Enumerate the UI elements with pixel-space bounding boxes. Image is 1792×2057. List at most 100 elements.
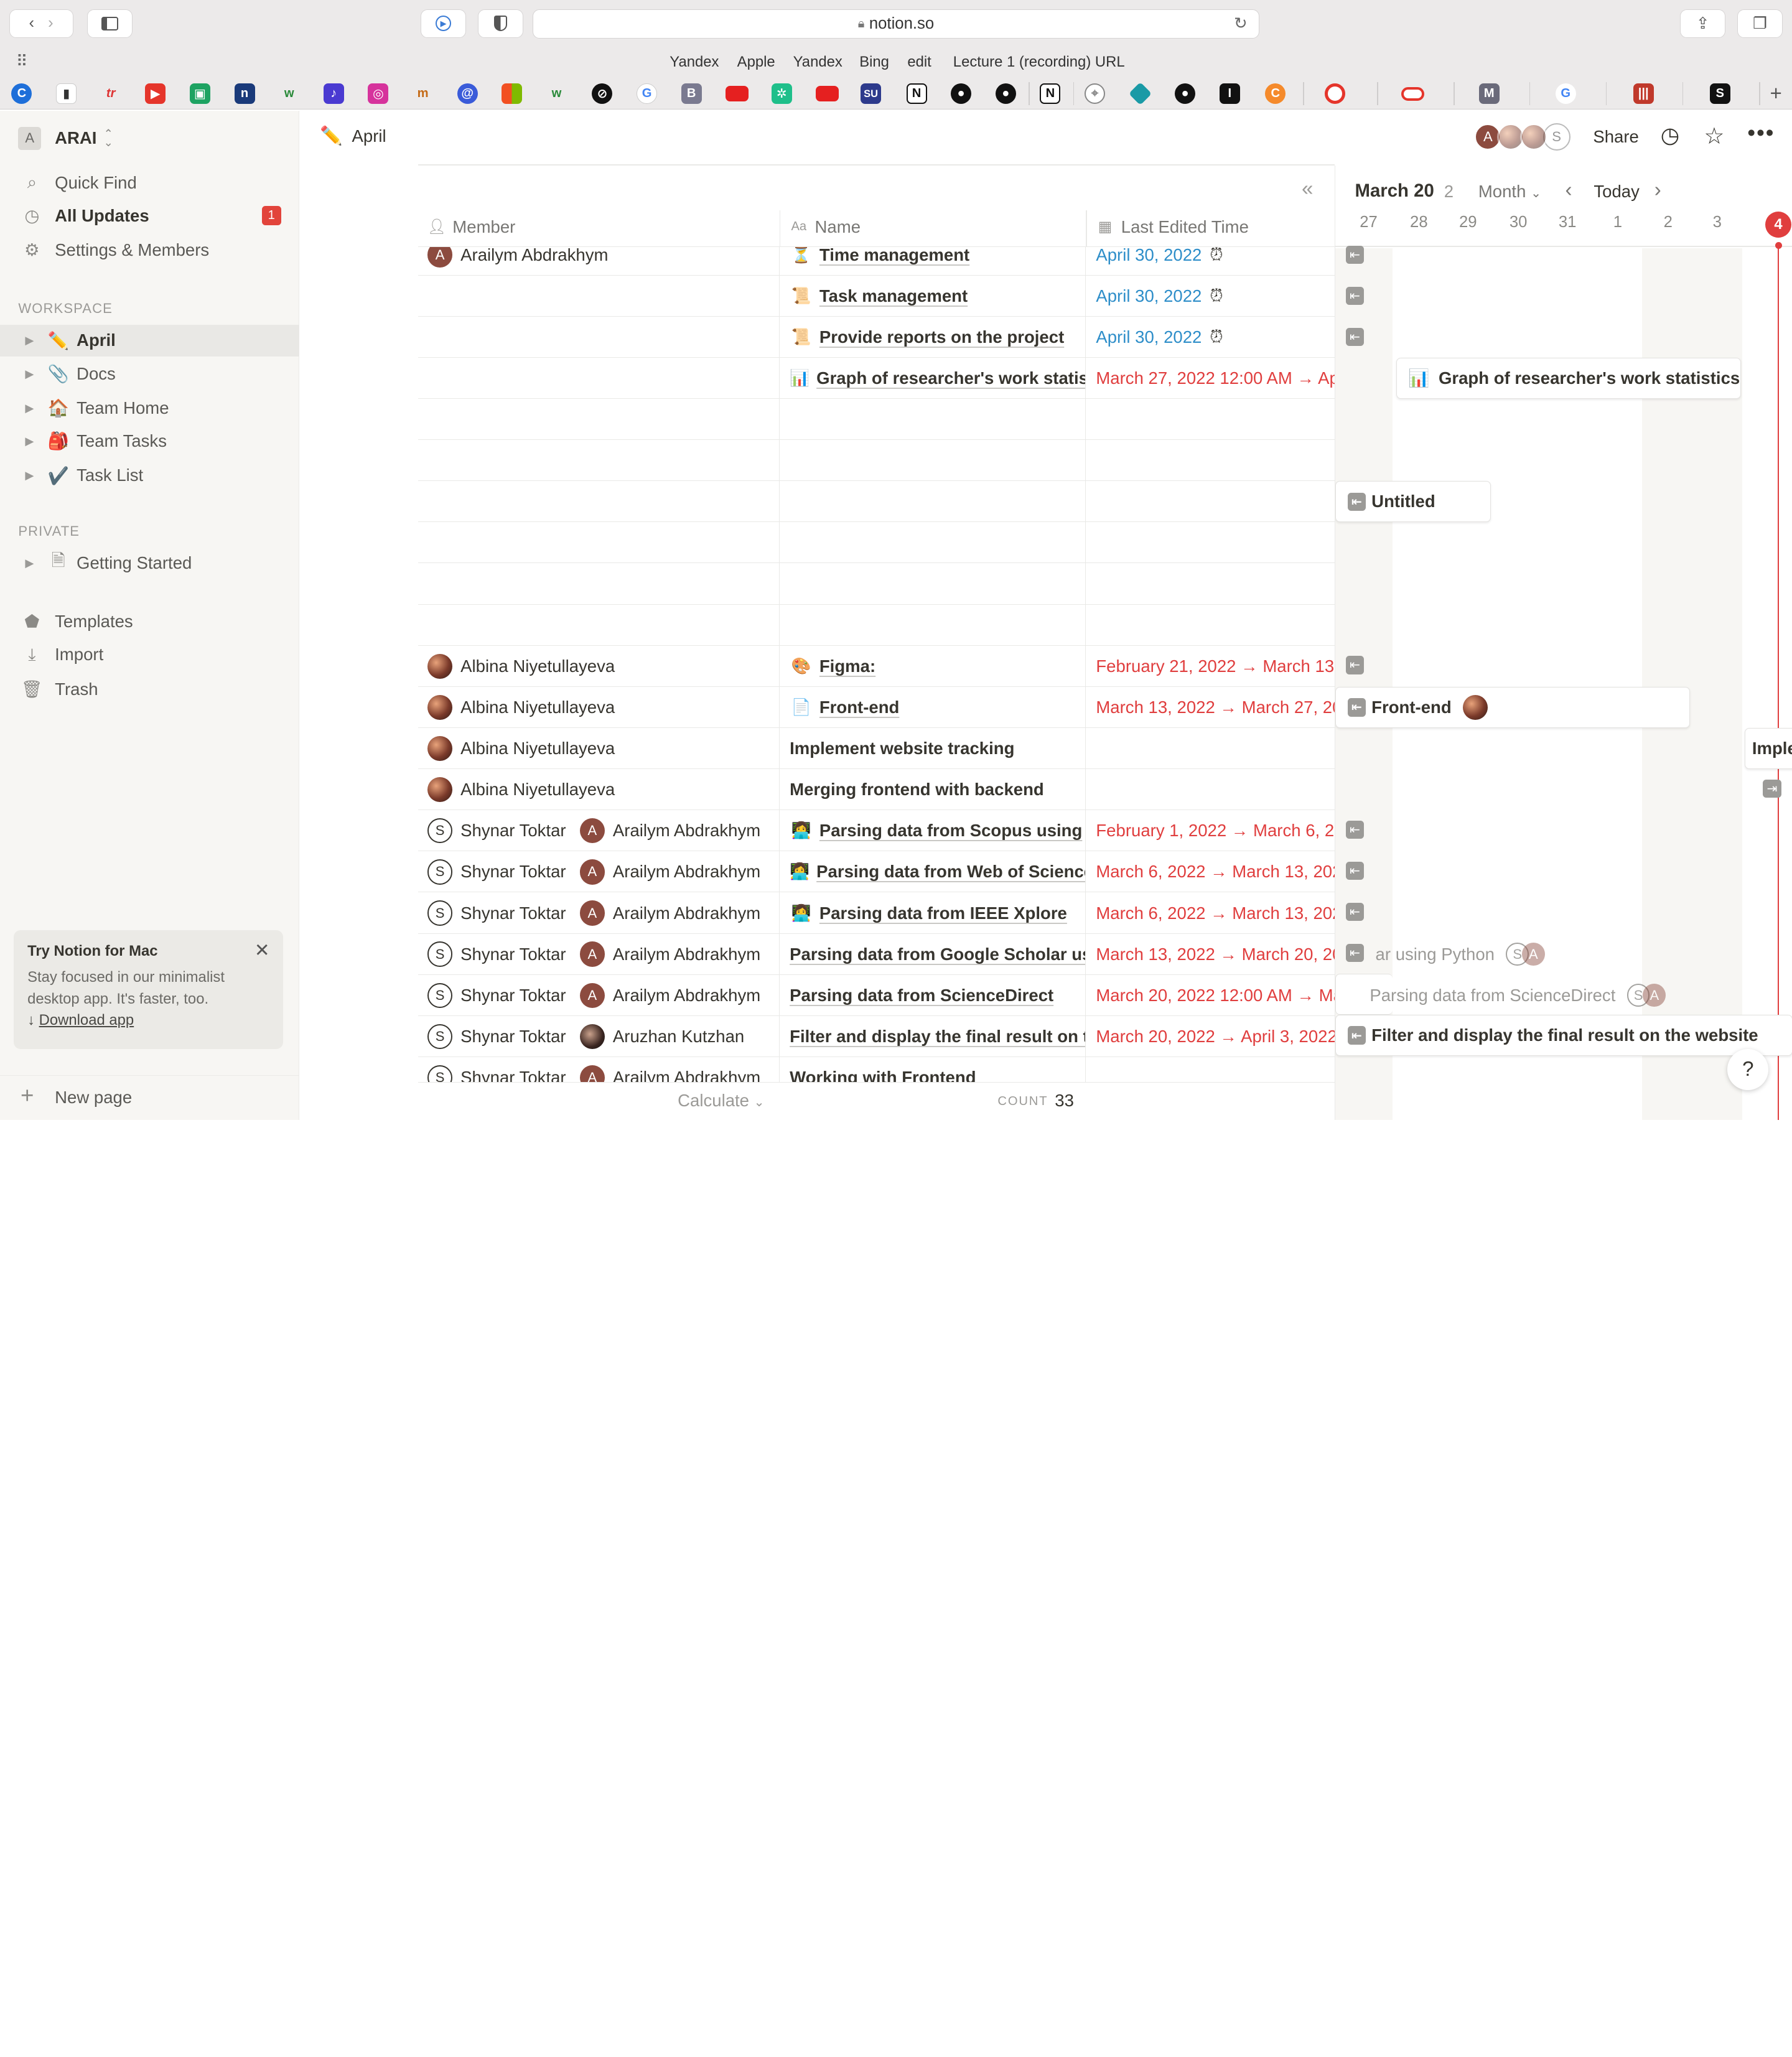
task-name[interactable]: Provide reports on the project — [819, 327, 1064, 347]
scroll-to-left-icon[interactable]: ⇤ — [1345, 287, 1365, 306]
timeline-card[interactable]: Imple — [1744, 727, 1792, 770]
member-cell[interactable] — [418, 316, 780, 358]
trash-button[interactable]: 🗑︎ Trash — [0, 673, 299, 705]
back-icon[interactable]: ‹ — [29, 14, 35, 32]
member-cell[interactable] — [418, 522, 780, 564]
expand-triangle-icon[interactable]: ▶ — [25, 556, 34, 570]
name-cell[interactable]: Filter and display the final result on t… — [780, 1015, 1086, 1057]
sidebar-item-getting-started[interactable]: ▶ 🗎 Getting Started — [0, 548, 299, 579]
close-icon[interactable]: ✕ — [254, 940, 270, 961]
date-cell[interactable]: April 30, 2022 ⏰︎ — [1086, 317, 1335, 358]
name-cell[interactable] — [780, 522, 1086, 564]
scroll-to-right-icon[interactable]: ⇥ — [1763, 779, 1781, 798]
name-cell[interactable]: 👩‍💻 Parsing data from Scopus using — [780, 810, 1086, 852]
pinned-tab-icon[interactable]: ● — [951, 83, 972, 105]
date-cell[interactable]: March 27, 2022 12:00 AM → April — [1086, 358, 1335, 399]
forward-icon[interactable]: › — [48, 14, 54, 32]
table-row[interactable]: 📜 Task management April 30, 2022 ⏰︎ — [418, 275, 1335, 317]
date-cell[interactable] — [1086, 728, 1335, 769]
tabs-overview-button[interactable]: ❐ — [1737, 9, 1783, 38]
templates-button[interactable]: ⬟ Templates — [0, 605, 299, 637]
pinned-tab-icon[interactable]: G — [637, 83, 658, 105]
expand-triangle-icon[interactable]: ▶ — [25, 469, 34, 482]
task-name[interactable]: Parsing data from IEEE Xplore — [819, 903, 1067, 923]
member-cell[interactable]: Albina Niyetullayeva — [418, 645, 780, 687]
table-row[interactable] — [418, 522, 1335, 564]
task-name[interactable]: Merging frontend with backend — [790, 780, 1044, 800]
task-name[interactable]: Implement website tracking — [790, 739, 1014, 758]
member-cell[interactable]: S Shynar Toktar A Arailym Abdrakhym — [418, 933, 780, 975]
calculate-button[interactable]: Calculate ⌄ — [678, 1091, 764, 1111]
pinned-tab-icon[interactable]: S — [1709, 83, 1730, 105]
pinned-tab-icon[interactable]: ||| — [1633, 83, 1654, 105]
sidebar-item-task-list[interactable]: ▶ ✔️ Task List — [0, 459, 299, 491]
pinned-tab-icon[interactable] — [1401, 86, 1424, 101]
share-button[interactable]: Share — [1593, 127, 1639, 147]
member-cell[interactable]: S Shynar Toktar A Arailym Abdrakhym — [418, 851, 780, 893]
scroll-to-left-icon[interactable]: ⇤ — [1345, 245, 1365, 264]
column-header-last-edited[interactable]: ▦ Last Edited Time — [1096, 217, 1249, 237]
pinned-tab-icon[interactable]: @ — [457, 83, 478, 105]
table-row[interactable]: Albina Niyetullayeva Implement website tr… — [418, 727, 1335, 770]
name-cell[interactable]: 👩‍💻 Parsing data from Web of Science — [780, 851, 1086, 893]
member-cell[interactable]: S Shynar Toktar Aruzhan Kutzhan — [418, 1015, 780, 1057]
task-name[interactable]: Filter and display the final result on t… — [790, 1027, 1085, 1047]
pinned-tab-icon[interactable]: C — [11, 83, 32, 105]
pinned-tab-icon[interactable]: SU — [861, 83, 882, 105]
pinned-tab-icon[interactable]: ▶ — [145, 83, 166, 105]
table-row[interactable]: S Shynar Toktar Aruzhan Kutzhan Filter and … — [418, 1015, 1335, 1057]
pinned-tab-icon[interactable]: m — [413, 83, 433, 104]
collapse-double-chevron-icon[interactable]: « — [1302, 177, 1313, 201]
table-row[interactable] — [418, 481, 1335, 523]
pinned-tab-icon[interactable]: I — [1219, 83, 1240, 105]
bookmark-link[interactable]: Yandex — [670, 54, 719, 71]
timeline-ghost-item[interactable]: Parsing data from ScienceDirect S A — [1370, 984, 1666, 1007]
history-icon[interactable]: ◷ — [1661, 123, 1679, 148]
column-header-name[interactable]: Aa Name — [790, 217, 861, 237]
member-cell[interactable]: S Shynar Toktar A Arailym Abdrakhym — [418, 892, 780, 934]
member-cell[interactable] — [418, 399, 780, 441]
next-icon[interactable]: › — [1654, 179, 1661, 202]
name-cell[interactable]: Parsing data from Google Scholar using P… — [780, 933, 1086, 975]
pinned-tab-icon[interactable]: N — [1040, 83, 1061, 105]
date-cell[interactable]: March 20, 2022 12:00 AM → March — [1086, 975, 1335, 1016]
task-name[interactable]: Parsing data from Web of Science — [816, 862, 1085, 882]
member-cell[interactable] — [418, 481, 780, 523]
table-row[interactable] — [418, 563, 1335, 605]
name-cell[interactable] — [780, 399, 1086, 441]
member-cell[interactable] — [418, 275, 780, 317]
name-cell[interactable]: 📜 Provide reports on the project — [780, 316, 1086, 358]
pinned-tab-icon[interactable]: w — [546, 83, 567, 104]
scroll-to-left-icon[interactable]: ⇤ — [1345, 944, 1365, 963]
member-cell[interactable] — [418, 604, 780, 646]
collaborator-avatars[interactable]: A S — [1474, 123, 1570, 151]
task-name[interactable]: Parsing data from ScienceDirect — [790, 986, 1053, 1005]
name-cell[interactable]: 📄 Front-end — [780, 686, 1086, 728]
pinned-tab-icon[interactable]: w — [279, 83, 299, 104]
pinned-tab-icon[interactable]: N — [906, 83, 927, 105]
apps-grid-icon[interactable]: ⠿ — [16, 52, 28, 71]
name-cell[interactable]: Implement website tracking — [780, 727, 1086, 770]
address-bar[interactable]: 🔒︎ notion.so ↻ — [532, 9, 1260, 39]
promo-download[interactable]: ↓ Download app — [27, 1012, 269, 1029]
timeline-card[interactable]: ⇤ Front-end — [1335, 686, 1690, 728]
column-header-member[interactable]: 👤︎ Member — [427, 217, 515, 237]
bookmark-link[interactable]: Yandex — [793, 54, 842, 71]
today-button[interactable]: Today — [1594, 182, 1640, 202]
pinned-tab-icon[interactable]: G — [1555, 83, 1576, 105]
table-row[interactable]: S Shynar Toktar A Arailym Abdrakhym 👩‍💻 Parsi… — [418, 810, 1335, 852]
task-name[interactable]: Graph of researcher's work statistics — [816, 368, 1085, 388]
table-row[interactable]: S Shynar Toktar A Arailym Abdrakhym Working … — [418, 1056, 1335, 1083]
extension-button[interactable]: ▶ — [420, 9, 467, 38]
pinned-tab-icon[interactable] — [726, 85, 749, 102]
scroll-to-left-icon[interactable]: ⇤ — [1347, 492, 1366, 511]
name-cell[interactable]: 📊 Graph of researcher's work statistics — [780, 357, 1086, 399]
star-icon[interactable]: ☆ — [1704, 123, 1725, 149]
table-row[interactable]: Albina Niyetullayeva Merging frontend wit… — [418, 769, 1335, 811]
member-cell[interactable]: Albina Niyetullayeva — [418, 686, 780, 728]
pinned-tab-icon[interactable] — [1129, 82, 1152, 106]
pinned-tab-icon[interactable]: C — [1265, 83, 1286, 105]
sidebar-toggle-button[interactable] — [86, 9, 133, 38]
table-row[interactable]: 📊 Graph of researcher's work statistics Ma… — [418, 357, 1335, 399]
pinned-tab-icon[interactable] — [1324, 83, 1345, 105]
